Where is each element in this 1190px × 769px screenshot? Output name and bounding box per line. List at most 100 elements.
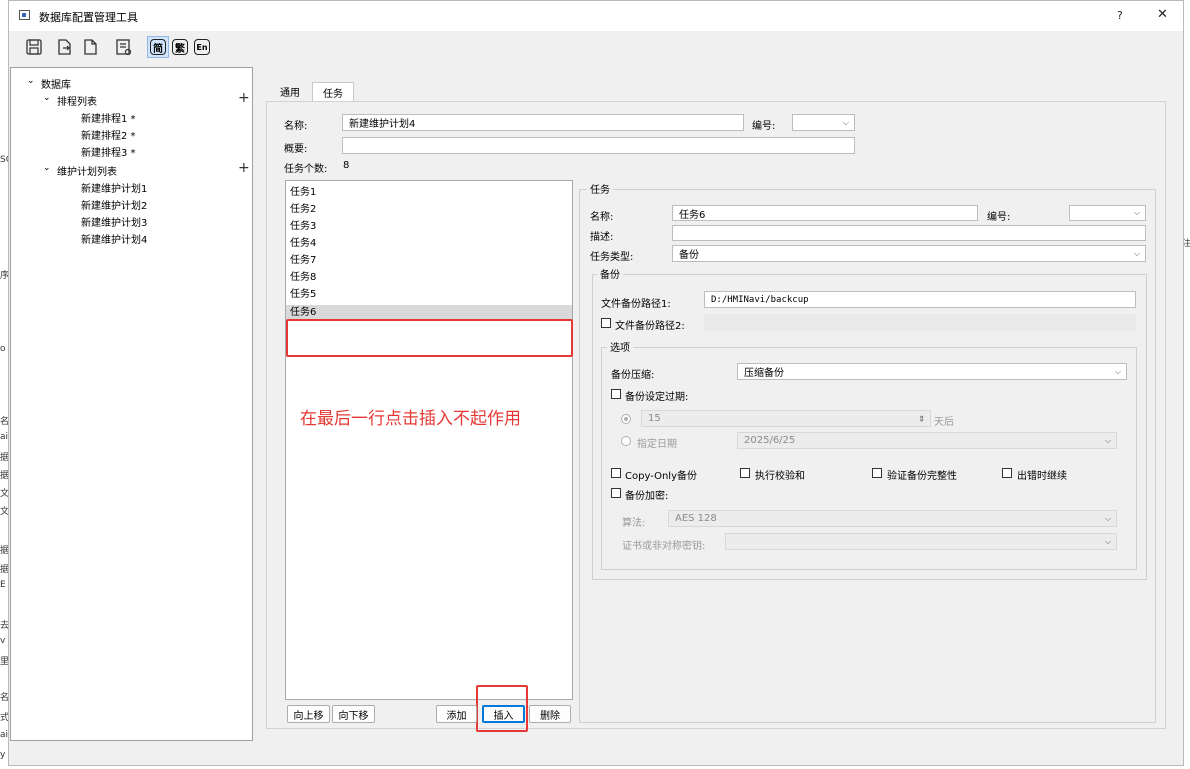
insert-button[interactable]: 插入 bbox=[482, 705, 525, 723]
tree-plan-item[interactable]: 新建维护计划4 bbox=[81, 231, 147, 246]
path2-label: 文件备份路径2: bbox=[615, 321, 685, 332]
task-desc-label: 描述: bbox=[590, 232, 614, 243]
chevron-down-icon[interactable]: ⌄ bbox=[27, 76, 35, 86]
days-radio[interactable] bbox=[621, 414, 631, 424]
task-desc-input[interactable] bbox=[672, 225, 1146, 241]
list-item[interactable]: 任务1 bbox=[290, 185, 316, 201]
days-spinbox[interactable]: 15 ⇕ bbox=[641, 410, 931, 427]
export-icon[interactable] bbox=[79, 36, 101, 58]
chevron-down-icon[interactable]: ⌄ bbox=[43, 93, 51, 103]
edge-text: v bbox=[0, 636, 6, 646]
help-button[interactable]: ? bbox=[1117, 9, 1123, 22]
tree-schedule-list[interactable]: 排程列表 bbox=[57, 93, 97, 108]
plan-number-combo[interactable]: ⌵ bbox=[792, 114, 855, 131]
plan-name-input[interactable]: 新建维护计划4 bbox=[342, 114, 744, 131]
list-item[interactable]: 任务5 bbox=[290, 287, 316, 303]
lang-english-button[interactable]: En bbox=[191, 36, 213, 58]
tab-general[interactable]: 通用 bbox=[272, 82, 308, 101]
date-label: 指定日期 bbox=[637, 439, 677, 450]
list-item[interactable]: 任务8 bbox=[290, 270, 316, 286]
close-button[interactable]: ✕ bbox=[1157, 7, 1168, 22]
list-item[interactable]: 任务3 bbox=[290, 219, 316, 235]
task-type-label: 任务类型: bbox=[590, 252, 634, 263]
expire-checkbox[interactable] bbox=[611, 389, 621, 399]
days-value: 15 bbox=[648, 413, 661, 424]
lang-english-label: En bbox=[194, 39, 210, 55]
edge-text: ai bbox=[0, 730, 9, 740]
copy-only-label: Copy-Only备份 bbox=[625, 471, 697, 482]
compress-value: 压缩备份 bbox=[744, 368, 784, 379]
compress-label: 备份压缩: bbox=[611, 370, 655, 381]
preview-icon[interactable] bbox=[113, 36, 135, 58]
verify-checkbox[interactable] bbox=[872, 468, 882, 478]
task-name-input[interactable]: 任务6 bbox=[672, 205, 978, 221]
window-title: 数据库配置管理工具 bbox=[39, 11, 138, 24]
backup-group-title: 备份 bbox=[597, 266, 623, 281]
title-bar: 数据库配置管理工具 ? ✕ bbox=[9, 1, 1183, 31]
path1-value: D:/HMINavi/backcup bbox=[711, 294, 809, 305]
encrypt-label: 备份加密: bbox=[625, 491, 669, 502]
date-picker[interactable]: 2025/6/25 ⌵ bbox=[737, 432, 1117, 449]
encrypt-checkbox[interactable] bbox=[611, 488, 621, 498]
continue-on-error-checkbox[interactable] bbox=[1002, 468, 1012, 478]
plan-name-label: 名称: bbox=[284, 121, 308, 132]
plan-name-value: 新建维护计划4 bbox=[349, 119, 416, 130]
cert-combo[interactable]: ⌵ bbox=[725, 533, 1117, 550]
options-group-title: 选项 bbox=[607, 339, 633, 354]
tab-tasks[interactable]: 任务 bbox=[312, 82, 354, 102]
list-item[interactable]: 任务4 bbox=[290, 236, 316, 252]
save-icon[interactable] bbox=[23, 36, 45, 58]
tree-maintenance-list[interactable]: 维护计划列表 bbox=[57, 163, 117, 178]
task-number-combo[interactable]: ⌵ bbox=[1069, 205, 1146, 221]
copy-only-checkbox[interactable] bbox=[611, 468, 621, 478]
annotation-highlight-empty-row bbox=[286, 319, 573, 357]
tree-plan-item[interactable]: 新建维护计划2 bbox=[81, 197, 147, 212]
chevron-down-icon: ⌵ bbox=[1133, 248, 1140, 258]
edge-text: E bbox=[0, 580, 6, 590]
annotation-text: 在最后一行点击插入不起作用 bbox=[300, 409, 521, 429]
edge-text: o bbox=[0, 344, 6, 354]
delete-button[interactable]: 删除 bbox=[529, 705, 571, 723]
tree-root[interactable]: 数据库 bbox=[41, 76, 71, 91]
edge-text: ai bbox=[0, 432, 9, 442]
toolbar: 简 繁 En bbox=[9, 31, 1183, 65]
algorithm-label: 算法: bbox=[622, 518, 646, 529]
list-item[interactable]: 任务7 bbox=[290, 253, 316, 269]
tree-plan-item[interactable]: 新建维护计划3 bbox=[81, 214, 147, 229]
tree-schedule-item[interactable]: 新建排程2 * bbox=[81, 127, 136, 142]
move-up-button[interactable]: 向上移 bbox=[287, 705, 330, 723]
list-item[interactable]: 任务2 bbox=[290, 202, 316, 218]
task-number-label: 编号: bbox=[987, 212, 1011, 223]
tree-schedule-item[interactable]: 新建排程3 * bbox=[81, 144, 136, 159]
task-list[interactable]: 任务1 任务2 任务3 任务4 任务7 任务8 任务5 任务6 bbox=[285, 180, 573, 700]
add-schedule-icon[interactable]: + bbox=[238, 90, 250, 106]
chevron-down-icon[interactable]: ⌄ bbox=[43, 163, 51, 173]
lang-simplified-button[interactable]: 简 bbox=[147, 36, 169, 58]
lang-traditional-button[interactable]: 繁 bbox=[169, 36, 191, 58]
move-down-button[interactable]: 向下移 bbox=[332, 705, 375, 723]
task-type-combo[interactable]: 备份 ⌵ bbox=[672, 245, 1146, 262]
task-name-label: 名称: bbox=[590, 212, 614, 223]
tree-schedule-item[interactable]: 新建排程1 * bbox=[81, 110, 136, 125]
path2-checkbox[interactable] bbox=[601, 318, 611, 328]
tree-plan-item[interactable]: 新建维护计划1 bbox=[81, 180, 147, 195]
continue-on-error-label: 出错时继续 bbox=[1017, 471, 1067, 482]
algorithm-value: AES 128 bbox=[675, 513, 717, 524]
chevron-down-icon: ⌵ bbox=[1114, 366, 1121, 376]
import-icon[interactable] bbox=[53, 36, 75, 58]
expire-label: 备份设定过期: bbox=[625, 392, 689, 403]
path1-input[interactable]: D:/HMINavi/backcup bbox=[704, 291, 1136, 308]
verify-label: 验证备份完整性 bbox=[887, 471, 957, 482]
checksum-checkbox[interactable] bbox=[740, 468, 750, 478]
spin-arrows-icon[interactable]: ⇕ bbox=[918, 414, 925, 423]
path1-label: 文件备份路径1: bbox=[601, 299, 671, 310]
app-icon bbox=[19, 10, 30, 20]
add-plan-icon[interactable]: + bbox=[238, 160, 250, 176]
algorithm-combo[interactable]: AES 128 ⌵ bbox=[668, 510, 1117, 527]
date-radio[interactable] bbox=[621, 436, 631, 446]
plan-summary-input[interactable] bbox=[342, 137, 855, 154]
add-button[interactable]: 添加 bbox=[436, 705, 477, 723]
path2-input[interactable] bbox=[704, 314, 1136, 331]
compress-combo[interactable]: 压缩备份 ⌵ bbox=[737, 363, 1127, 380]
edge-text: y bbox=[0, 750, 6, 760]
